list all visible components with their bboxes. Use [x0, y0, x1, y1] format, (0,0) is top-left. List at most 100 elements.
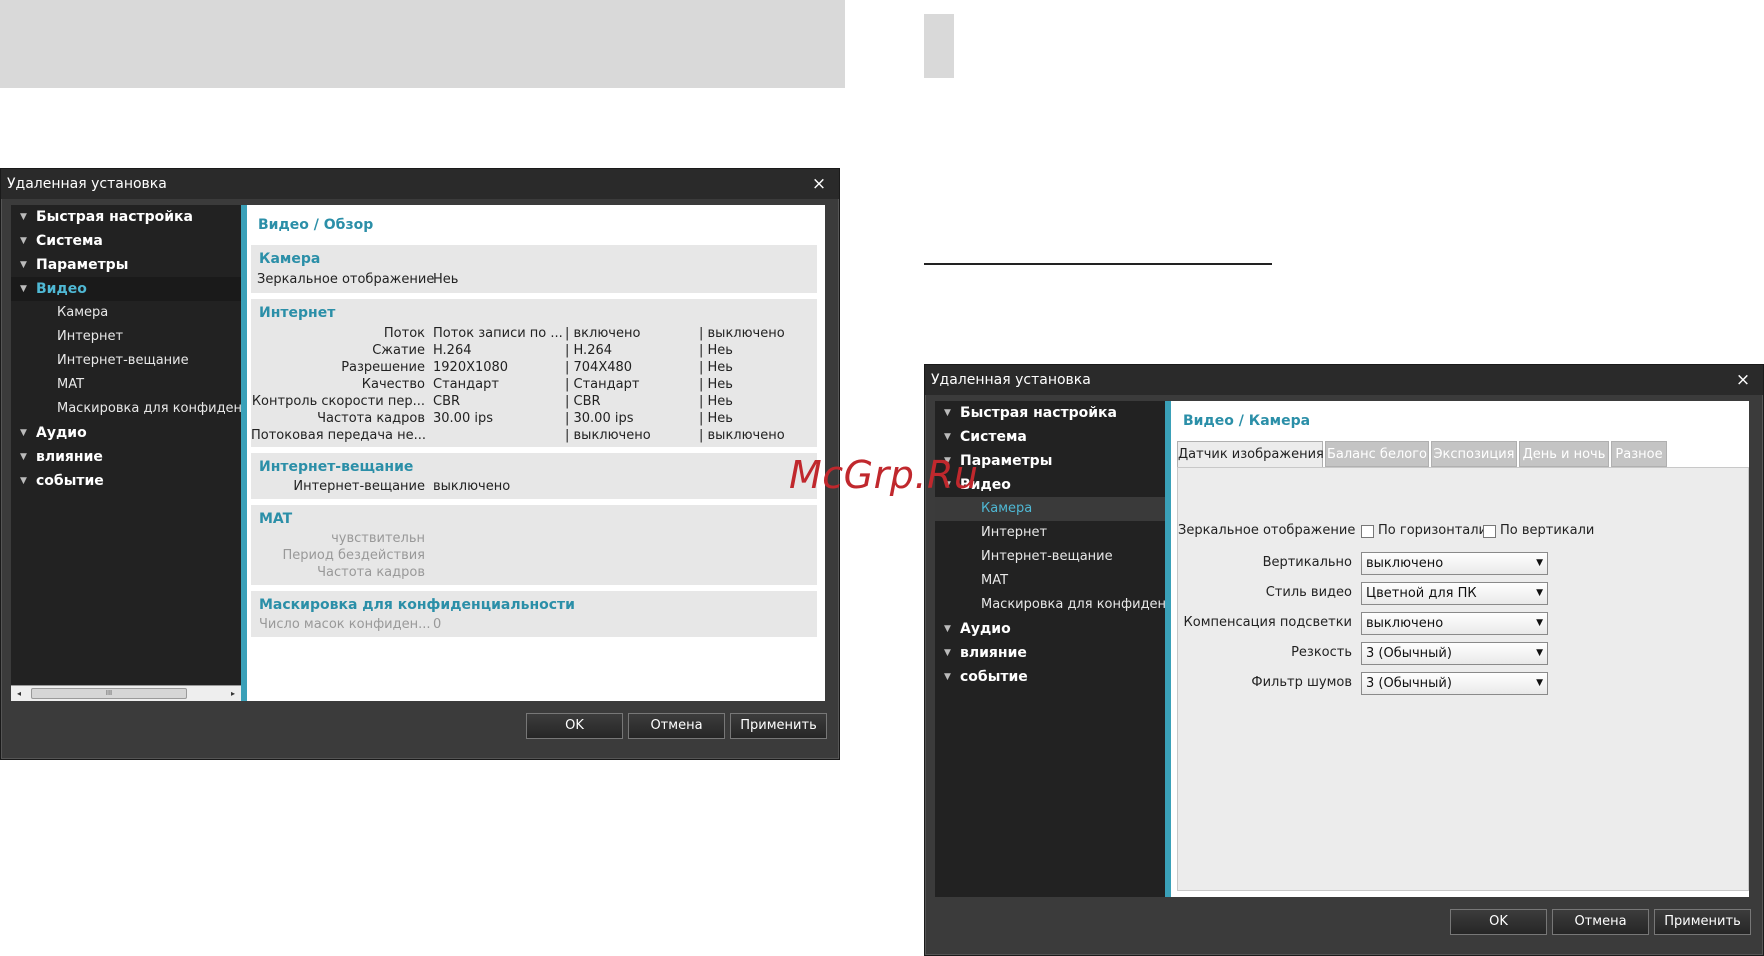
select-value: Цветной для ПК — [1366, 586, 1477, 601]
row-value: выключено — [433, 479, 511, 494]
field-label: Фильтр шумов — [1251, 675, 1352, 690]
dropdown-arrow-icon: ▼ — [1536, 678, 1543, 688]
tree-item-influence[interactable]: ▼ влияние — [935, 641, 1165, 665]
tree-item-camera[interactable]: Камера — [935, 497, 1165, 521]
tree-item-label: событие — [960, 669, 1028, 685]
tab-image-sensor[interactable]: Датчик изображения — [1177, 441, 1324, 468]
scroll-right-icon[interactable]: ▸ — [225, 686, 241, 701]
tree-item-audio[interactable]: ▼ Аудио — [11, 421, 241, 445]
tree-item-label: Быстрая настройка — [36, 209, 194, 225]
row-label: Период бездействия — [282, 548, 425, 563]
tree-item-label: Интернет-вещание — [57, 353, 189, 368]
tree-item-label: Аудио — [36, 425, 87, 441]
ok-button[interactable]: OK — [526, 713, 623, 739]
noise-filter-select[interactable]: 3 (Обычный) ▼ — [1361, 672, 1548, 695]
privacy-mask-section: Маскировка для конфиденциальности Число … — [251, 591, 817, 637]
ok-button[interactable]: OK — [1450, 909, 1547, 935]
vertical-checkbox[interactable] — [1483, 525, 1496, 538]
field-label: Резкость — [1291, 645, 1352, 660]
tree-item-mat[interactable]: MAT — [935, 569, 1165, 593]
row-value: | Нeь — [699, 360, 733, 375]
tree-item-system[interactable]: ▼ Система — [11, 229, 241, 253]
tab-white-balance[interactable]: Баланс белого — [1325, 441, 1429, 467]
sharpness-select[interactable]: 3 (Обычный) ▼ — [1361, 642, 1548, 665]
scroll-left-icon[interactable]: ◂ — [11, 686, 27, 701]
tree-item-label: Камера — [981, 501, 1033, 516]
tree-item-broadcast[interactable]: Интернет-вещание — [11, 349, 241, 373]
tree-item-internet[interactable]: Интернет — [935, 521, 1165, 545]
row-value: 0 — [433, 617, 442, 632]
vertical-checkbox-label: По вертикали — [1500, 523, 1595, 538]
tab-misc[interactable]: Разное — [1611, 441, 1667, 467]
tree-item-label: Интернет — [981, 525, 1048, 540]
scrollbar-thumb[interactable]: III — [31, 688, 187, 699]
settings-tree: ▼ Быстрая настройка ▼ Система ▼ Параметры ▼… — [11, 205, 241, 701]
section-title: Маскировка для конфиденциальности — [259, 597, 575, 613]
header-gray-band — [0, 0, 845, 88]
dialog-title: Удаленная установка — [925, 365, 1763, 395]
row-value: | выключено — [699, 428, 785, 443]
section-title: Интернет — [259, 305, 336, 321]
cancel-button[interactable]: Отмена — [1552, 909, 1649, 935]
row-value: | включено — [565, 326, 641, 341]
tree-item-label: влияние — [960, 645, 1027, 661]
section-title: MAT — [259, 511, 293, 527]
row-value: | Нeь — [699, 394, 733, 409]
row-value: 30.00 ips — [433, 411, 493, 426]
expand-arrow-icon: ▼ — [20, 260, 27, 270]
cancel-button[interactable]: Отмена — [628, 713, 725, 739]
apply-button[interactable]: Применить — [1654, 909, 1751, 935]
tree-item-system[interactable]: ▼ Система — [935, 425, 1165, 449]
tab-bar: Датчик изображения Баланс белого Экспози… — [1177, 441, 1749, 468]
apply-button[interactable]: Применить — [730, 713, 827, 739]
expand-arrow-icon: ▼ — [20, 452, 27, 462]
tree-horizontal-scrollbar[interactable]: ◂ III ▸ — [11, 685, 241, 701]
row-value: | 30.00 ips — [565, 411, 634, 426]
tree-item-camera[interactable]: Камера — [11, 301, 241, 325]
tree-item-audio[interactable]: ▼ Аудио — [935, 617, 1165, 641]
tree-item-broadcast[interactable]: Интернет-вещание — [935, 545, 1165, 569]
camera-content-panel: Видео / Камера Датчик изображения Баланс… — [1165, 401, 1749, 897]
horizontal-checkbox[interactable] — [1361, 525, 1374, 538]
broadcast-section: Интернет-вещание Интернет-вещание выключ… — [251, 453, 817, 499]
close-icon[interactable]: × — [809, 173, 829, 195]
dropdown-arrow-icon: ▼ — [1536, 558, 1543, 568]
tab-exposure[interactable]: Экспозиция — [1431, 441, 1517, 467]
dropdown-arrow-icon: ▼ — [1536, 648, 1543, 658]
select-value: выключено — [1366, 556, 1444, 571]
expand-arrow-icon: ▼ — [20, 476, 27, 486]
mat-section: MAT чувствительн Период бездействия Част… — [251, 505, 817, 585]
backlight-compensation-select[interactable]: выключено ▼ — [1361, 612, 1548, 635]
tree-item-label: Маскировка для конфиденци — [981, 597, 1165, 612]
tree-item-parameters[interactable]: ▼ Параметры — [11, 253, 241, 277]
row-value: | Нeь — [699, 343, 733, 358]
row-value: 1920X1080 — [433, 360, 509, 375]
tree-item-influence[interactable]: ▼ влияние — [11, 445, 241, 469]
row-value: | Стандарт — [565, 377, 640, 392]
image-sensor-panel: Зеркальное отображение По горизонтали По… — [1177, 467, 1749, 891]
mirror-label: Зеркальное отображение — [1178, 523, 1356, 538]
row-label: Разрешение — [341, 360, 425, 375]
tree-item-mat[interactable]: MAT — [11, 373, 241, 397]
tree-item-video[interactable]: ▼ Видео — [11, 277, 241, 301]
close-icon[interactable]: × — [1733, 369, 1753, 391]
internet-section: Интернет Поток Поток записи по ... | вкл… — [251, 299, 817, 447]
tree-item-label: MAT — [57, 377, 85, 392]
vertical-flip-select[interactable]: выключено ▼ — [1361, 552, 1548, 575]
tree-item-privacy-mask[interactable]: Маскировка для конфиденци — [935, 593, 1165, 617]
tab-day-night[interactable]: День и ночь — [1519, 441, 1609, 467]
tree-item-event[interactable]: ▼ событие — [935, 665, 1165, 689]
row-value: | выключено — [699, 326, 785, 341]
tree-item-label: MAT — [981, 573, 1009, 588]
tree-item-privacy-mask[interactable]: Маскировка для конфиденци — [11, 397, 241, 421]
video-style-select[interactable]: Цветной для ПК ▼ — [1361, 582, 1548, 605]
camera-section: Камера Зеркальное отображение Нeь — [251, 245, 817, 293]
tree-item-quick-setup[interactable]: ▼ Быстрая настройка — [935, 401, 1165, 425]
tree-item-label: Параметры — [36, 257, 129, 273]
expand-arrow-icon: ▼ — [944, 672, 951, 682]
tree-item-label: Система — [36, 233, 103, 249]
tree-item-quick-setup[interactable]: ▼ Быстрая настройка — [11, 205, 241, 229]
tree-item-internet[interactable]: Интернет — [11, 325, 241, 349]
header-gray-marker — [924, 14, 954, 78]
tree-item-event[interactable]: ▼ событие — [11, 469, 241, 493]
